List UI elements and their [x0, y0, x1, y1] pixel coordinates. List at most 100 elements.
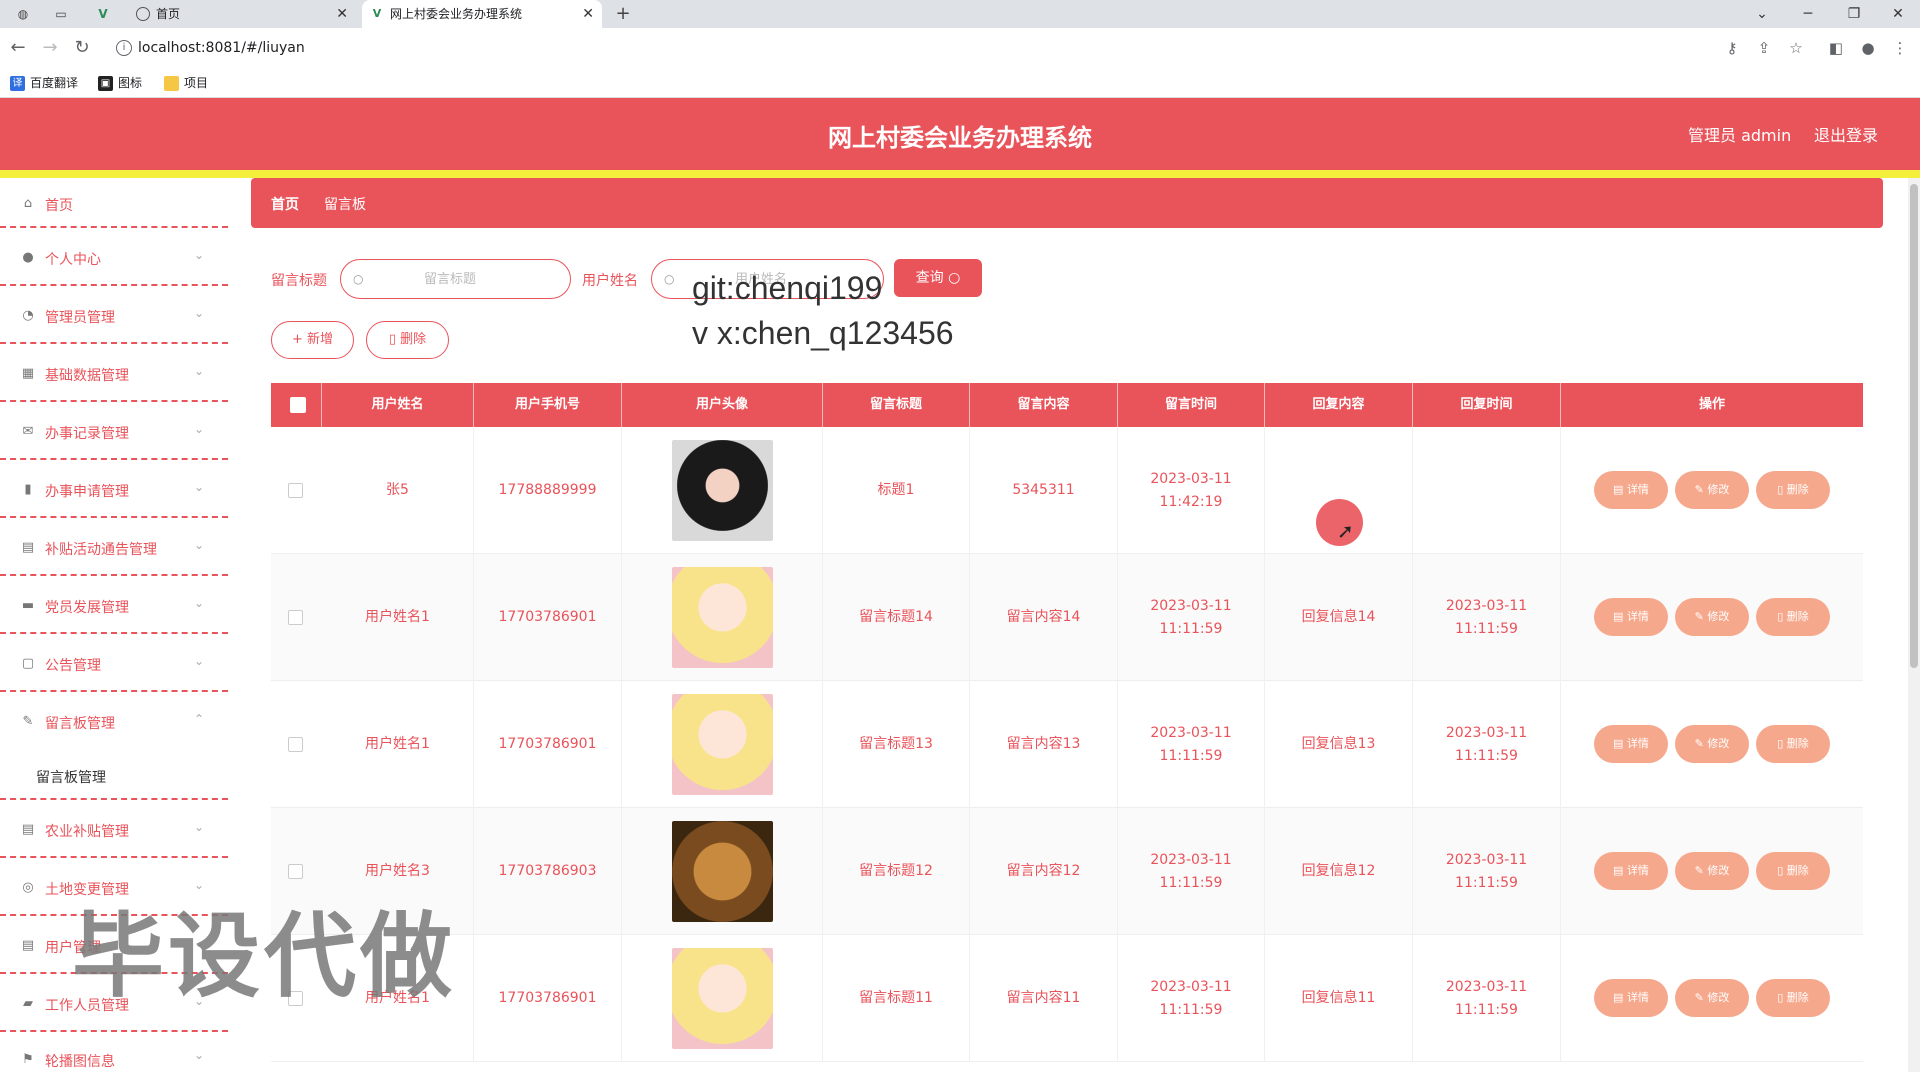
address-bar-row: ← → ↻ i localhost:8081/#/liuyan ⚷ ⇪ ☆ ◧ … [0, 28, 1920, 68]
sidebar-item-party[interactable]: ▬ 党员发展管理 ⌄ [0, 576, 228, 634]
delete-button[interactable]: ▯ 删除 [1756, 725, 1830, 763]
tab-current[interactable]: V 网上村委会业务办理系统 ✕ [362, 0, 602, 28]
car-icon: ▰ [23, 996, 33, 1011]
delete-button[interactable]: ▯ 删除 [1756, 598, 1830, 636]
forward-icon[interactable]: → [38, 36, 62, 60]
key-icon[interactable]: ⚷ [1720, 36, 1744, 60]
compass-icon: ◎ [22, 880, 34, 895]
edit-button[interactable]: ✎ 修改 [1675, 979, 1749, 1017]
edit-button[interactable]: ✎ 修改 [1675, 598, 1749, 636]
info-icon[interactable]: i [116, 40, 132, 56]
sidebar-item-messageboard[interactable]: ✎ 留言板管理 ⌃ 留言板管理 [0, 692, 228, 800]
submenu-item-messageboard[interactable]: 留言板管理 [36, 767, 106, 787]
add-button[interactable]: + 新增 [271, 321, 354, 359]
sidepanel-icon[interactable]: ◧ [1824, 36, 1848, 60]
minimize-icon[interactable]: ─ [1786, 0, 1830, 28]
close-icon[interactable]: ✕ [582, 0, 594, 28]
profile-icon[interactable]: ● [1856, 36, 1880, 60]
user-search-label: 用户姓名 [582, 273, 638, 289]
back-icon[interactable]: ← [6, 36, 30, 60]
row-checkbox[interactable] [288, 864, 303, 879]
edit-button[interactable]: ✎ 修改 [1675, 852, 1749, 890]
bookmark-icons[interactable]: ▣ 图标 [98, 74, 142, 92]
cell-avatar [622, 935, 823, 1062]
restore-icon[interactable]: ❐ [1832, 0, 1876, 28]
delete-button[interactable]: ▯ 删除 [1756, 852, 1830, 890]
bookmark-baidu-translate[interactable]: 译 百度翻译 [10, 74, 78, 92]
window-close-icon[interactable]: ✕ [1876, 0, 1920, 28]
cell-title: 标题1 [823, 427, 970, 554]
close-icon[interactable]: ✕ [336, 0, 348, 28]
tab-pinned-3[interactable]: V [92, 4, 114, 24]
cell-reply: 回复信息11 [1265, 935, 1413, 1062]
title-search-box[interactable]: ○ [340, 259, 571, 299]
detail-button[interactable]: ▤ 详情 [1594, 852, 1668, 890]
tab-home[interactable]: 首页 ✕ [128, 0, 356, 28]
sidebar-item-admin[interactable]: ◔ 管理员管理 ⌄ [0, 286, 228, 344]
grid-icon: ▦ [21, 366, 35, 381]
cell-reply-time: 2023-03-11 11:11:59 [1413, 681, 1561, 808]
cell-content: 留言内容13 [970, 681, 1118, 808]
mouse-cursor-icon: ➚ [1337, 519, 1354, 543]
cell-title: 留言标题14 [823, 554, 970, 681]
sidebar-item-agri-subsidy[interactable]: ▤ 农业补贴管理 ⌄ [0, 800, 228, 858]
clipboard-icon: ▤ [21, 540, 35, 555]
sidebar-item-records[interactable]: ✉ 办事记录管理 ⌄ [0, 402, 228, 460]
url-text[interactable]: localhost:8081/#/liuyan [138, 33, 305, 63]
query-label: 查询 [915, 270, 944, 286]
edit-button[interactable]: ✎ 修改 [1675, 725, 1749, 763]
detail-button[interactable]: ▤ 详情 [1594, 471, 1668, 509]
cell-phone: 17703786901 [474, 554, 622, 681]
star-icon[interactable]: ☆ [1784, 36, 1808, 60]
new-tab-button[interactable]: + [612, 4, 634, 24]
scrollbar-thumb[interactable] [1910, 184, 1918, 668]
detail-button[interactable]: ▤ 详情 [1594, 725, 1668, 763]
cell-phone: 17788889999 [474, 427, 622, 554]
reload-icon[interactable]: ↻ [70, 36, 94, 60]
edit-icon: ✎ [1694, 737, 1708, 750]
tab-pinned-2[interactable]: ▭ [50, 4, 72, 24]
puppy-icon [672, 821, 773, 922]
cell-content: 留言内容11 [970, 935, 1118, 1062]
sidebar-item-personal[interactable]: ● 个人中心 ⌄ [0, 228, 228, 286]
delete-button[interactable]: ▯ 删除 [1756, 979, 1830, 1017]
delete-button[interactable]: ▯ 删除 [1756, 471, 1830, 509]
sidebar-item-basic-data[interactable]: ▦ 基础数据管理 ⌄ [0, 344, 228, 402]
sidebar-item-carousel[interactable]: ⚑ 轮播图信息 ⌄ [0, 1032, 228, 1072]
bookmark-label: 图标 [118, 76, 143, 90]
logout-link[interactable]: 退出登录 [1814, 122, 1878, 146]
sidebar-item-subsidy-notice[interactable]: ▤ 补贴活动通告管理 ⌄ [0, 518, 228, 576]
cell-avatar [622, 681, 823, 808]
edit-label: 修改 [1707, 737, 1730, 750]
detail-button[interactable]: ▤ 详情 [1594, 979, 1668, 1017]
title-search-input[interactable] [375, 268, 525, 290]
detail-label: 详情 [1626, 737, 1649, 750]
share-icon[interactable]: ⇪ [1752, 36, 1776, 60]
detail-button[interactable]: ▤ 详情 [1594, 598, 1668, 636]
sidebar-item-home[interactable]: ⌂ 首页 [0, 178, 228, 228]
edit-label: 修改 [1707, 864, 1730, 877]
page-scrollbar[interactable] [1908, 178, 1920, 1072]
sidebar-item-announcements[interactable]: ▢ 公告管理 ⌄ [0, 634, 228, 692]
mic-icon: ▮ [24, 482, 32, 497]
trash-icon: ▯ [1777, 864, 1787, 877]
query-button[interactable]: 查询 ○ [894, 259, 982, 297]
row-checkbox[interactable] [288, 610, 303, 625]
address-bar[interactable]: i localhost:8081/#/liuyan [108, 33, 1728, 63]
tab-search-icon[interactable]: ⌄ [1740, 0, 1784, 28]
row-checkbox[interactable] [288, 737, 303, 752]
cell-avatar [622, 427, 823, 554]
menu-dots-icon[interactable]: ⋮ [1888, 36, 1912, 60]
sidebar-item-applications[interactable]: ▮ 办事申请管理 ⌄ [0, 460, 228, 518]
tab-pinned-1[interactable]: ◍ [12, 4, 34, 24]
trash-icon: ▯ [1777, 737, 1787, 750]
edit-button[interactable]: ✎ 修改 [1675, 471, 1749, 509]
row-checkbox[interactable] [288, 483, 303, 498]
th-select [271, 383, 322, 427]
th-time: 留言时间 [1118, 383, 1265, 427]
bookmark-project[interactable]: 项目 [164, 74, 208, 92]
breadcrumb-home[interactable]: 首页 [271, 194, 299, 214]
delete-batch-button[interactable]: ▯ 删除 [366, 321, 449, 359]
select-all-checkbox[interactable] [290, 397, 306, 413]
pen-icon: ✎ [22, 714, 34, 729]
